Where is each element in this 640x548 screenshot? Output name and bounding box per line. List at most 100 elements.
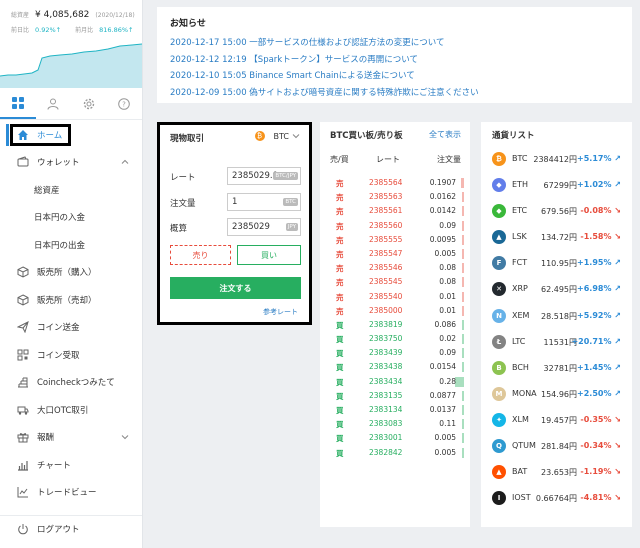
rate-input-value: 2385029.0 — [232, 171, 278, 181]
currency-price: 67299円 — [543, 181, 577, 191]
currency-row-eth[interactable]: ◆ ETH 67299円 +1.02% ↗ — [481, 172, 632, 198]
order-side: 売 — [336, 221, 344, 231]
nav-logout[interactable]: ログアウト — [0, 515, 142, 542]
currency-row-qtum[interactable]: Q QTUM 281.84円 -0.34% ↘ — [481, 433, 632, 459]
gear-icon — [83, 98, 94, 109]
currency-row-xlm[interactable]: ✦ XLM 19.457円 -0.35% ↘ — [481, 407, 632, 433]
currency-row-iost[interactable]: I IOST 0.66764円 -4.81% ↘ — [481, 485, 632, 511]
order-book-row[interactable]: 買 2383135 0.0877 — [320, 389, 470, 403]
currency-change-value: +1.45% — [577, 362, 612, 372]
currency-rows: ₿ BTC 2384412円 +5.17% ↗ ◆ ETH 67299円 +1.02% ↗ ◆ E… — [481, 146, 632, 511]
order-qty: 0.08 — [439, 277, 456, 287]
currency-change-value: +1.02% — [577, 180, 612, 190]
order-book-row[interactable]: 売 2385547 0.005 — [320, 247, 470, 261]
nav-total-assets-label: 総資産 — [34, 185, 60, 196]
currency-change: +6.98% ↗ — [577, 284, 621, 293]
order-book-row[interactable]: 買 2383134 0.0137 — [320, 403, 470, 417]
currency-row-xrp[interactable]: ✕ XRP 62.495円 +6.98% ↗ — [481, 276, 632, 302]
currency-row-fct[interactable]: F FCT 110.95円 +1.95% ↗ — [481, 250, 632, 276]
nav-wallet[interactable]: ウォレット — [0, 149, 142, 177]
currency-change: -0.08% ↘ — [580, 206, 621, 215]
sell-toggle-button[interactable]: 売り — [170, 245, 231, 265]
currency-row-mona[interactable]: M MONA 154.96円 +2.50% ↗ — [481, 381, 632, 407]
quantity-unit: BTC — [283, 198, 298, 206]
nav-chart[interactable]: チャート — [0, 451, 142, 479]
ripple-icon: ✕ — [492, 282, 506, 297]
currency-change-value: -1.58% — [580, 232, 612, 242]
notice-link[interactable]: 2020-12-17 15:00 一部サービスの仕様および認証方法の変更について — [170, 35, 632, 52]
order-price: 2382842 — [369, 447, 403, 457]
order-book-row[interactable]: 売 2385540 0.01 — [320, 290, 470, 304]
spot-trade-panel: 現物取引 ₿ BTC レート 2385029.0 BTC/JPY 注文量 1 BTC… — [157, 122, 312, 325]
tab-help[interactable]: ? — [107, 88, 143, 119]
currency-symbol: IOST — [512, 493, 531, 503]
notice-link[interactable]: 2020-12-12 12:19 【Sparkトークン】サービスの再開について — [170, 52, 632, 69]
currency-row-ltc[interactable]: Ł LTC 11531円 +20.71% ↗ — [481, 329, 632, 355]
currency-symbol: XRP — [512, 284, 528, 294]
order-book-row[interactable]: 売 2385546 0.08 — [320, 261, 470, 275]
tab-dashboard[interactable] — [0, 88, 36, 119]
nav-otc[interactable]: 大口OTC取引 — [0, 396, 142, 424]
currency-row-bch[interactable]: B BCH 32781円 +1.45% ↗ — [481, 355, 632, 381]
order-book-row[interactable]: 買 2383001 0.005 — [320, 431, 470, 445]
currency-price: 28.518円 — [541, 311, 577, 321]
order-book-row[interactable]: 買 2383083 0.11 — [320, 417, 470, 431]
buy-toggle-button[interactable]: 買い — [237, 245, 301, 265]
nav-buy-shop[interactable]: 販売所（購入） — [0, 259, 142, 287]
order-depth-bar — [462, 348, 464, 359]
currency-symbol: BCH — [512, 362, 529, 372]
estimate-input[interactable]: 2385029 JPY — [227, 218, 301, 236]
nav-jpy-deposit[interactable]: 日本円の入金 — [0, 204, 142, 232]
iost-icon: I — [492, 491, 506, 506]
currency-row-lsk[interactable]: ▲ LSK 134.72円 -1.58% ↘ — [481, 224, 632, 250]
quantity-input[interactable]: 1 BTC — [227, 193, 301, 211]
nav-tsumitate[interactable]: Coincheckつみたて — [0, 369, 142, 397]
reference-rate-link[interactable]: 参考レート — [263, 307, 298, 317]
order-book-row[interactable]: 売 2385561 0.0142 — [320, 204, 470, 218]
show-all-link[interactable]: 全て表示 — [429, 129, 461, 140]
rate-input[interactable]: 2385029.0 BTC/JPY — [227, 167, 301, 185]
order-side: 買 — [336, 448, 344, 458]
nav-receive-coin[interactable]: コイン受取 — [0, 341, 142, 369]
nav-total-assets[interactable]: 総資産 — [0, 176, 142, 204]
trend-arrow-icon: ↗ — [611, 180, 621, 190]
currency-row-btc[interactable]: ₿ BTC 2384412円 +5.17% ↗ — [481, 146, 632, 172]
order-price: 2385000 — [369, 305, 403, 315]
nav-jpy-withdraw[interactable]: 日本円の出金 — [0, 231, 142, 259]
tab-settings[interactable] — [71, 88, 107, 119]
order-book-row[interactable]: 買 2383434 0.28 — [320, 375, 470, 389]
trend-arrow-icon: ↗ — [611, 258, 621, 268]
ethereum-classic-icon: ◆ — [492, 204, 506, 219]
nav-tradeview[interactable]: トレードビュー — [0, 479, 142, 507]
coin-selector[interactable]: ₿ BTC — [254, 131, 301, 141]
order-book-row[interactable]: 売 2385563 0.0162 — [320, 190, 470, 204]
order-book-row[interactable]: 売 2385564 0.1907 — [320, 176, 470, 190]
nav-reward[interactable]: 報酬 — [0, 424, 142, 452]
notice-link[interactable]: 2020-12-10 15:05 Binance Smart Chainによる送… — [170, 68, 632, 85]
order-book-row[interactable]: 売 2385555 0.0095 — [320, 233, 470, 247]
main-nav: ホーム ウォレット 総資産 日本円の入金 日本円の出金 販売所（購入） 販売所（… — [0, 121, 142, 506]
currency-row-xem[interactable]: N XEM 28.518円 +5.92% ↗ — [481, 303, 632, 329]
order-price: 2383750 — [369, 334, 403, 344]
currency-change: -0.34% ↘ — [580, 441, 621, 450]
order-book-row[interactable]: 買 2382842 0.005 — [320, 446, 470, 460]
order-book-row[interactable]: 売 2385560 0.09 — [320, 219, 470, 233]
order-book-row[interactable]: 買 2383438 0.0154 — [320, 360, 470, 374]
place-order-button[interactable]: 注文する — [170, 277, 301, 299]
order-side: 買 — [336, 377, 344, 387]
power-icon — [18, 524, 28, 535]
order-depth-bar — [460, 178, 464, 188]
nav-send-coin[interactable]: コイン送金 — [0, 314, 142, 342]
order-book-row[interactable]: 買 2383750 0.02 — [320, 332, 470, 346]
notice-link[interactable]: 2020-12-09 15:00 偽サイトおよび暗号資産に関する特殊詐欺にご注意… — [170, 85, 632, 102]
order-book-row[interactable]: 売 2385545 0.08 — [320, 275, 470, 289]
tab-profile[interactable] — [36, 88, 72, 119]
currency-row-bat[interactable]: ▲ BAT 23.653円 -1.19% ↘ — [481, 459, 632, 485]
order-book-row[interactable]: 買 2383819 0.086 — [320, 318, 470, 332]
order-depth-bar — [462, 234, 464, 245]
order-side: 買 — [336, 363, 344, 373]
order-book-row[interactable]: 売 2385000 0.01 — [320, 304, 470, 318]
currency-row-etc[interactable]: ◆ ETC 679.56円 -0.08% ↘ — [481, 198, 632, 224]
nav-sell-shop[interactable]: 販売所（売却） — [0, 286, 142, 314]
order-book-row[interactable]: 買 2383439 0.09 — [320, 346, 470, 360]
